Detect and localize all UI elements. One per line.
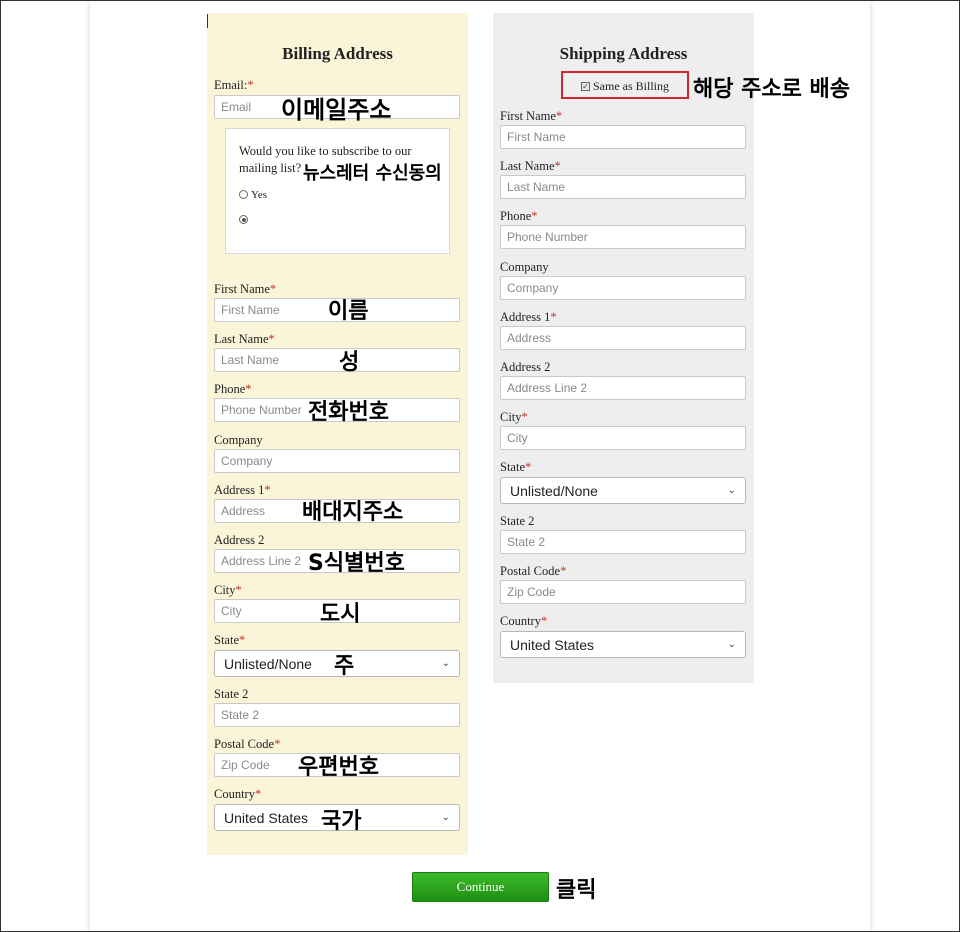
chevron-down-icon: ⌄ [727, 639, 736, 650]
annotation-address1: 배대지주소 [302, 500, 404, 525]
annotation-city: 도시 [320, 602, 361, 627]
continue-button[interactable]: Continue [412, 872, 549, 902]
text-cursor [207, 14, 208, 28]
same-as-billing-label: Same as Billing [593, 79, 669, 93]
billing-email-label: Email:* [214, 78, 254, 92]
chevron-down-icon: ⌄ [441, 812, 450, 823]
annotation-newsletter: 뉴스레터 수신동의 [303, 163, 442, 184]
subscribe-yes-radio[interactable] [239, 190, 248, 199]
shipping-state-label: State* [500, 460, 532, 474]
annotation-last-name: 성 [339, 350, 360, 375]
billing-state-label: State* [214, 633, 246, 647]
shipping-title: Shipping Address [559, 44, 688, 63]
billing-company-label: Company [214, 433, 263, 447]
shipping-phone-label: Phone* [500, 209, 538, 223]
shipping-first-name-label: First Name* [500, 109, 563, 123]
shipping-address2-label: Address 2 [500, 360, 551, 374]
shipping-country-value: United States [510, 636, 595, 653]
shipping-country-select[interactable]: United States ⌄ [500, 631, 746, 658]
annotation-country: 국가 [321, 809, 362, 834]
subscribe-box: Would you like to subscribe to our maili… [225, 128, 450, 254]
billing-state2-label: State 2 [214, 687, 249, 701]
annotation-address2: S식별번호 [308, 551, 405, 576]
subscribe-yes-label: Yes [251, 189, 268, 201]
billing-first-name-label: First Name* [214, 282, 277, 296]
billing-country-value: United States [224, 809, 309, 826]
billing-last-name-input[interactable] [214, 348, 460, 372]
shipping-last-name-label: Last Name* [500, 159, 561, 173]
shipping-company-input[interactable] [500, 276, 746, 300]
annotation-continue: 클릭 [556, 878, 597, 903]
shipping-city-label: City* [500, 410, 528, 424]
shipping-postal-label: Postal Code* [500, 564, 567, 578]
chevron-down-icon: ⌄ [727, 485, 736, 496]
shipping-address2-input[interactable] [500, 376, 746, 400]
shipping-first-name-input[interactable] [500, 125, 746, 149]
billing-address2-label: Address 2 [214, 533, 265, 547]
shipping-address1-label: Address 1* [500, 310, 557, 324]
billing-state2-input[interactable] [214, 703, 460, 727]
billing-country-label: Country* [214, 787, 262, 801]
shipping-address1-input[interactable] [500, 326, 746, 350]
billing-title: Billing Address [282, 44, 393, 63]
chevron-down-icon: ⌄ [441, 658, 450, 669]
checkbox-checked-icon[interactable]: ✓ [581, 82, 590, 91]
billing-last-name-label: Last Name* [214, 332, 275, 346]
annotation-email: 이메일주소 [281, 96, 392, 124]
shipping-state2-label: State 2 [500, 514, 535, 528]
shipping-company-label: Company [500, 260, 549, 274]
shipping-phone-input[interactable] [500, 225, 746, 249]
billing-phone-label: Phone* [214, 382, 252, 396]
annotation-state: 주 [334, 654, 355, 679]
billing-address1-label: Address 1* [214, 483, 271, 497]
shipping-last-name-input[interactable] [500, 175, 746, 199]
shipping-city-input[interactable] [500, 426, 746, 450]
shipping-state-select[interactable]: Unlisted/None ⌄ [500, 477, 746, 504]
billing-city-label: City* [214, 583, 242, 597]
same-as-billing-checkbox-row[interactable]: ✓ Same as Billing [561, 71, 689, 99]
annotation-same-as-billing: 해당 주소로 배송 [693, 77, 850, 102]
billing-postal-label: Postal Code* [214, 737, 281, 751]
billing-state-value: Unlisted/None [224, 655, 312, 672]
subscribe-no-radio[interactable] [239, 215, 248, 224]
billing-company-input[interactable] [214, 449, 460, 473]
annotation-phone: 전화번호 [308, 400, 389, 425]
shipping-postal-input[interactable] [500, 580, 746, 604]
annotation-first-name: 이름 [328, 299, 369, 324]
shipping-state2-input[interactable] [500, 530, 746, 554]
shipping-country-label: Country* [500, 614, 548, 628]
shipping-state-value: Unlisted/None [510, 482, 598, 499]
annotation-postal: 우편번호 [298, 755, 379, 780]
